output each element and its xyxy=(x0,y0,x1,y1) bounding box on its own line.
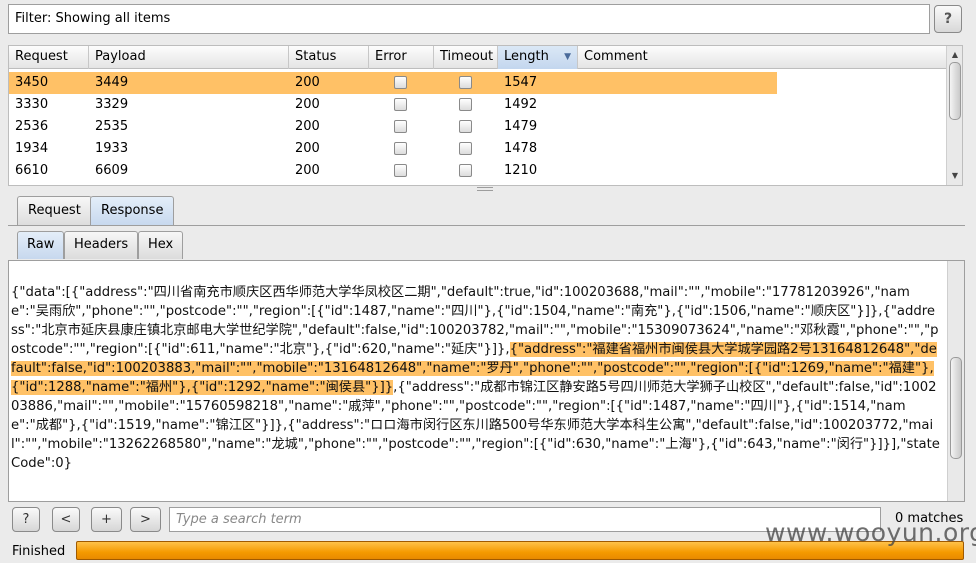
sort-descending-icon: ▼ xyxy=(564,52,571,62)
cell-timeout-checkbox[interactable] xyxy=(459,76,472,89)
tab-request[interactable]: Request xyxy=(17,196,92,226)
cell-length: 1479 xyxy=(504,119,538,134)
scroll-up-icon[interactable]: ▲ xyxy=(948,48,962,62)
response-text: {"data":[{"address":"四川省南充市顺庆区西华师范大学华凤校区… xyxy=(11,283,941,473)
response-scrollbar[interactable] xyxy=(947,261,964,501)
cell-comment xyxy=(578,94,584,116)
col-request[interactable]: Request xyxy=(9,46,89,69)
watermark: www.wooyun.org xyxy=(765,518,976,547)
cell-request: 1934 xyxy=(15,141,49,156)
col-error[interactable]: Error xyxy=(369,46,434,69)
cell-status: 200 xyxy=(295,163,320,178)
search-prev-button[interactable]: < xyxy=(52,507,80,532)
cell-length: 1492 xyxy=(504,97,538,112)
tab-hex[interactable]: Hex xyxy=(138,231,184,259)
scroll-down-icon[interactable]: ▼ xyxy=(948,169,962,183)
cell-status: 200 xyxy=(295,141,320,156)
table-row[interactable]: 3450 3449 200 1547 xyxy=(9,72,777,94)
cell-length: 1478 xyxy=(504,141,538,156)
cell-timeout-checkbox[interactable] xyxy=(459,98,472,111)
table-scroll-thumb[interactable] xyxy=(949,62,961,120)
cell-request: 2536 xyxy=(15,119,49,134)
cell-payload: 6609 xyxy=(95,163,129,178)
filter-text: Filter: Showing all items xyxy=(15,11,171,26)
cell-error-checkbox[interactable] xyxy=(394,164,407,177)
cell-request: 6610 xyxy=(15,163,49,178)
cell-error-checkbox[interactable] xyxy=(394,142,407,155)
col-length[interactable]: Length ▼ xyxy=(498,46,578,69)
col-payload[interactable]: Payload xyxy=(89,46,289,69)
response-body[interactable]: {"data":[{"address":"四川省南充市顺庆区西华师范大学华凤校区… xyxy=(8,260,965,502)
col-status[interactable]: Status xyxy=(289,46,369,69)
cell-request: 3330 xyxy=(15,97,49,112)
cell-timeout-checkbox[interactable] xyxy=(459,142,472,155)
col-timeout[interactable]: Timeout xyxy=(434,46,498,69)
cell-comment xyxy=(578,116,584,138)
tab-raw[interactable]: Raw xyxy=(17,231,65,259)
cell-comment xyxy=(578,160,584,182)
table-row[interactable]: 6610 6609 200 1210 xyxy=(9,160,947,182)
cell-status: 200 xyxy=(295,97,320,112)
cell-timeout-checkbox[interactable] xyxy=(459,120,472,133)
table-scrollbar[interactable]: ▲ ▼ xyxy=(946,46,962,185)
tab-panel-border xyxy=(8,225,965,227)
cell-comment xyxy=(578,138,584,160)
cell-length: 1210 xyxy=(504,163,538,178)
cell-comment xyxy=(578,72,584,94)
search-next-button[interactable]: > xyxy=(130,507,161,532)
status-text: Finished xyxy=(12,544,66,559)
cell-length: 1547 xyxy=(504,75,538,90)
search-help-button[interactable]: ? xyxy=(12,507,40,532)
tab-headers[interactable]: Headers xyxy=(64,231,139,259)
cell-error-checkbox[interactable] xyxy=(394,76,407,89)
response-scroll-thumb[interactable] xyxy=(950,357,962,459)
cell-status: 200 xyxy=(295,75,320,90)
col-length-label: Length xyxy=(504,49,549,64)
cell-status: 200 xyxy=(295,119,320,134)
search-add-button[interactable]: + xyxy=(91,507,122,532)
cell-payload: 1933 xyxy=(95,141,129,156)
table-header: Request Payload Status Error Timeout Len… xyxy=(9,46,947,69)
filter-bar[interactable]: Filter: Showing all items xyxy=(8,4,930,34)
table-row[interactable]: 2536 2535 200 1479 xyxy=(9,116,947,138)
cell-payload: 2535 xyxy=(95,119,129,134)
cell-payload: 3329 xyxy=(95,97,129,112)
cell-request: 3450 xyxy=(15,75,49,90)
cell-error-checkbox[interactable] xyxy=(394,98,407,111)
results-table: Request Payload Status Error Timeout Len… xyxy=(8,45,963,186)
cell-payload: 3449 xyxy=(95,75,129,90)
col-comment[interactable]: Comment xyxy=(578,46,947,69)
filter-help-button[interactable]: ? xyxy=(934,5,962,33)
tab-response[interactable]: Response xyxy=(90,196,175,226)
cell-timeout-checkbox[interactable] xyxy=(459,164,472,177)
split-pane-handle[interactable] xyxy=(477,187,493,191)
cell-error-checkbox[interactable] xyxy=(394,120,407,133)
table-row[interactable]: 1934 1933 200 1478 xyxy=(9,138,947,160)
table-row[interactable]: 3330 3329 200 1492 xyxy=(9,94,947,116)
